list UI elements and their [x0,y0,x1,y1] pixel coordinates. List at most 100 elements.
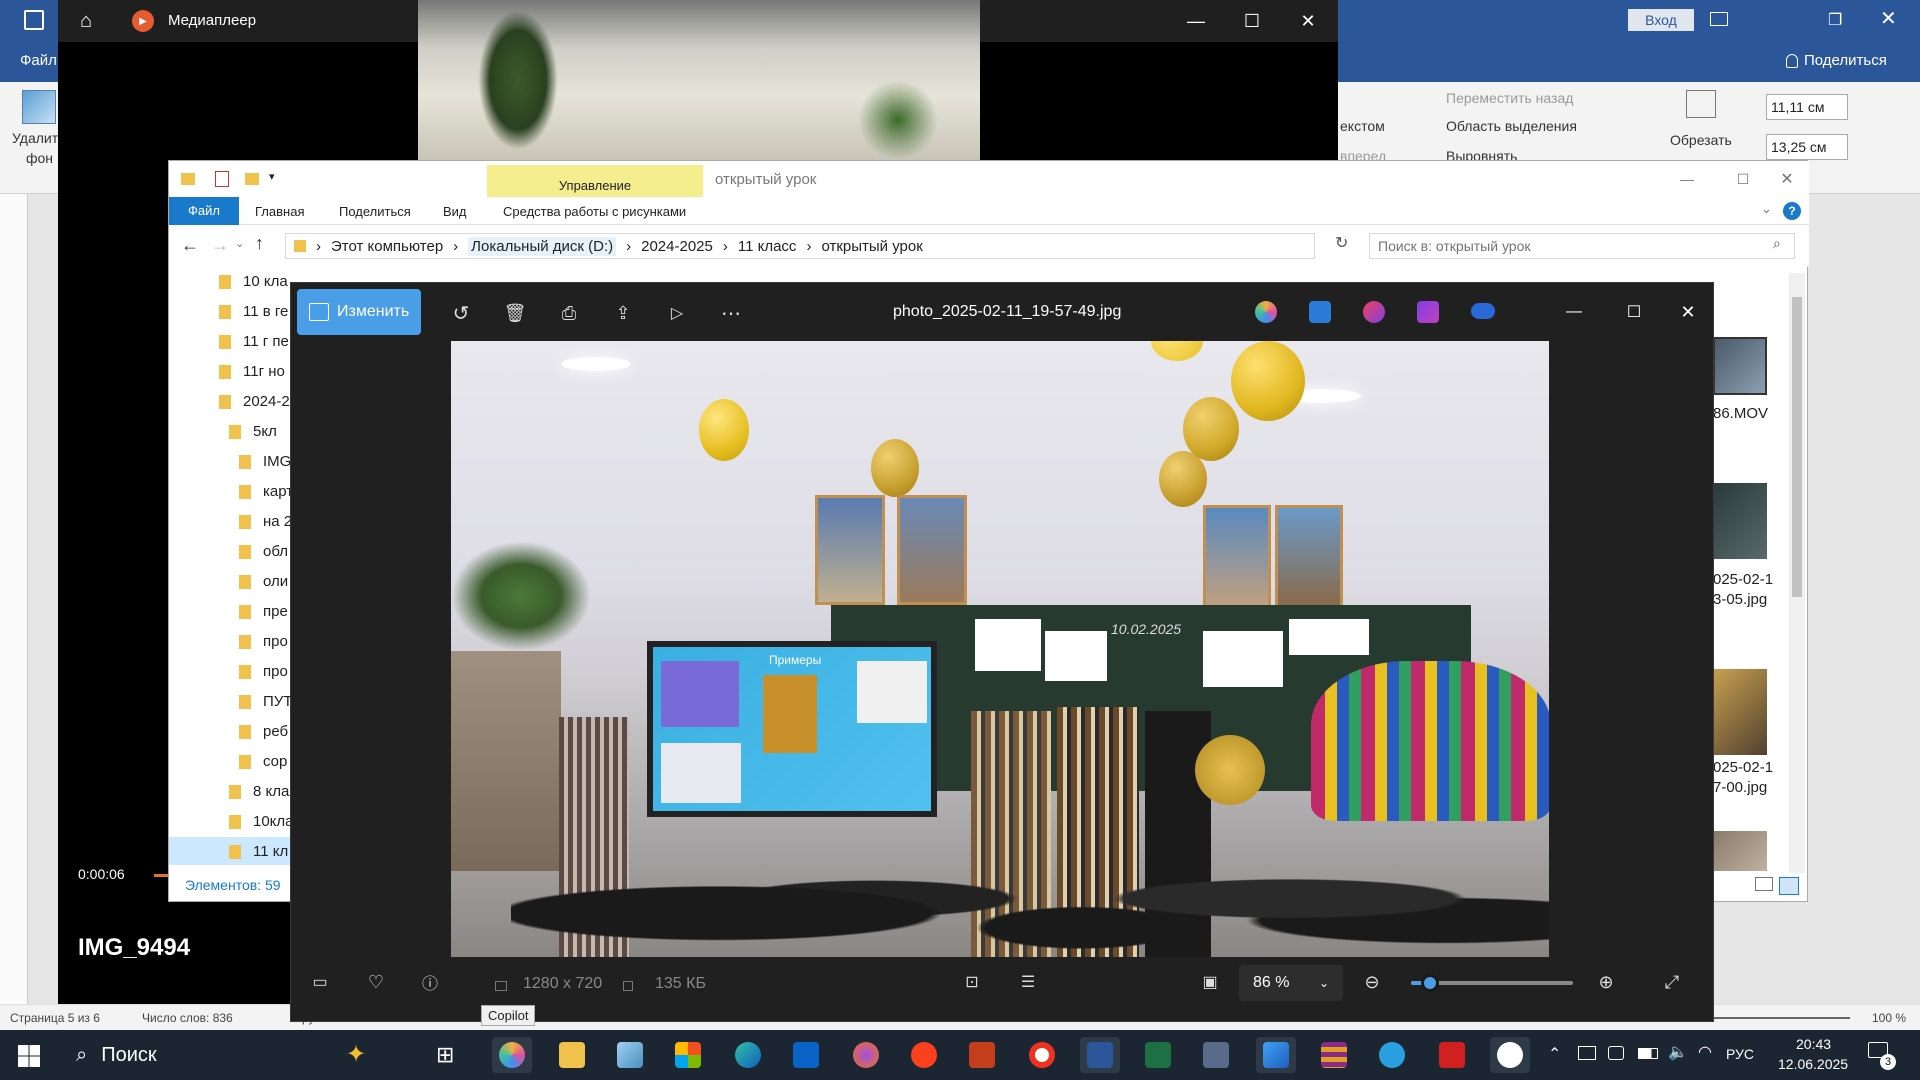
crop-label[interactable]: Обрезать [1670,132,1732,148]
file-thumbnail[interactable] [1713,831,1767,871]
filmstrip-icon[interactable]: ▭ [305,967,335,997]
microsoft-store-icon[interactable] [668,1037,708,1073]
camera-icon[interactable] [1608,1046,1624,1060]
tree-item[interactable]: сор [169,747,291,775]
zoom-slider-thumb[interactable] [1421,974,1440,992]
home-icon[interactable]: ⌂ [80,10,92,33]
paint-icon[interactable] [1363,301,1385,323]
zoom-level[interactable]: 100 % [1872,1011,1906,1025]
notification-badge[interactable]: 3 [1880,1054,1896,1070]
details-view-icon[interactable] [1755,877,1773,891]
save-icon[interactable] [24,10,44,30]
tree-item[interactable]: пре [169,597,291,625]
volume-icon[interactable]: 🔈 [1668,1042,1688,1062]
firefox-icon[interactable] [846,1037,886,1073]
new-folder-icon[interactable] [245,173,259,185]
manage-tab[interactable]: Управление [487,165,703,197]
windows-start-icon[interactable] [18,1045,40,1067]
more-options-icon[interactable]: ⋯ [711,295,751,331]
maximize-icon[interactable]: ☐ [1224,0,1280,42]
share-icon[interactable]: ⇪ [603,295,643,331]
status-words[interactable]: Число слов: 836 [142,1011,233,1025]
thumbnails-view-icon[interactable] [1779,877,1799,895]
file-thumbnail[interactable] [1713,669,1767,755]
width-field[interactable]: 13,25 см [1766,134,1848,160]
tree-item[interactable]: 8 кла [169,777,291,805]
zoom-slider[interactable] [1411,974,1573,992]
favorite-icon[interactable]: ♡ [361,967,391,997]
media-player-icon[interactable] [1490,1037,1530,1073]
zoom-in-icon[interactable]: ⊕ [1591,967,1621,997]
tree-item[interactable]: обл [169,537,291,565]
onedrive-icon[interactable] [1471,303,1495,319]
network-icon[interactable] [1578,1046,1596,1060]
text-scan-icon[interactable]: ☰ [1013,967,1043,997]
selection-pane-button[interactable]: Область выделения [1446,118,1577,134]
clock-date[interactable]: 12.06.2025 [1778,1056,1848,1072]
picture-tools-tab[interactable]: Средства работы с рисунками [503,204,686,219]
battery-icon[interactable] [1638,1048,1658,1059]
text-wrap-button[interactable]: екстом [1340,118,1385,134]
tree-item[interactable]: оли [169,567,291,595]
search-input[interactable] [1369,233,1795,259]
login-button[interactable]: Вход [1628,9,1694,31]
chevron-up-icon[interactable]: ⌃ [1548,1044,1561,1064]
help-icon[interactable]: ? [1783,202,1801,220]
tree-item[interactable]: реб [169,717,291,745]
breadcrumb-class[interactable]: 11 класс [738,238,797,255]
tree-item[interactable]: 10кла [169,807,291,835]
clock-time[interactable]: 20:43 [1796,1036,1831,1052]
status-page[interactable]: Страница 5 из 6 [10,1011,100,1025]
tree-item[interactable]: IMG [169,447,291,475]
restore-icon[interactable]: ❐ [1828,10,1842,30]
tree-item[interactable]: про [169,627,291,655]
print-icon[interactable]: ⎙ [549,295,589,331]
calculator-icon[interactable] [1196,1037,1236,1073]
zoom-out-icon[interactable]: ⊖ [1357,967,1387,997]
vertical-scrollbar[interactable] [1789,273,1805,873]
tree-item[interactable]: 5кл [169,417,291,445]
height-field[interactable]: 11,11 см [1766,94,1848,120]
wifi-icon[interactable]: ◠ [1698,1042,1712,1062]
visual-search-icon[interactable]: ⊡ [957,967,987,997]
chevron-down-icon[interactable]: ⌄ [235,237,244,250]
file-explorer-icon[interactable] [552,1037,592,1073]
word-icon[interactable] [1080,1037,1120,1073]
chevron-down-icon[interactable]: ▾ [269,170,275,183]
refresh-icon[interactable]: ↻ [1335,233,1348,253]
yandex-browser-icon[interactable] [1022,1037,1062,1073]
tree-item[interactable]: 10 кла [169,267,291,295]
edit-button[interactable]: Изменить [297,289,421,335]
excel-icon[interactable] [1138,1037,1178,1073]
close-icon[interactable]: ✕ [1280,0,1336,42]
fit-to-window-icon[interactable]: ▣ [1195,967,1225,997]
winrar-icon[interactable] [1314,1037,1354,1073]
outlook-icon[interactable] [786,1037,826,1073]
copilot-icon[interactable] [1255,301,1277,323]
tree-item[interactable]: про [169,657,291,685]
crop-icon[interactable] [1686,90,1716,118]
clipchamp-icon[interactable] [1417,301,1439,323]
pdf-icon[interactable] [1432,1037,1472,1073]
delete-icon[interactable]: 🗑 [495,295,535,331]
fullscreen-icon[interactable]: ⤢ [1657,967,1687,997]
maximize-icon[interactable]: ☐ [1609,287,1659,337]
share-button[interactable]: Поделиться [1786,52,1887,69]
ribbon-display-icon[interactable] [1710,12,1728,26]
tab-view[interactable]: Вид [443,204,467,219]
tree-item[interactable]: карт [169,477,291,505]
properties-icon[interactable] [215,171,229,187]
tree-item[interactable]: 11 кл [169,837,291,865]
copilot-sparkle-icon[interactable]: ✦ [346,1040,366,1069]
address-bar[interactable]: › Этот компьютер › Локальный диск (D:) ›… [285,233,1315,259]
tree-item[interactable]: 11 в ге [169,297,291,325]
minimize-icon[interactable]: — [1659,161,1715,197]
photos-icon[interactable] [1256,1037,1296,1073]
minimize-icon[interactable]: — [1549,287,1599,337]
chevron-down-icon[interactable]: ⌄ [1761,201,1772,217]
back-icon[interactable]: ← [181,235,199,256]
file-thumbnail[interactable] [1713,337,1767,395]
photo-editor-icon[interactable] [1309,301,1331,323]
file-tab[interactable]: Файл [20,52,57,69]
powerpoint-icon[interactable] [962,1037,1002,1073]
